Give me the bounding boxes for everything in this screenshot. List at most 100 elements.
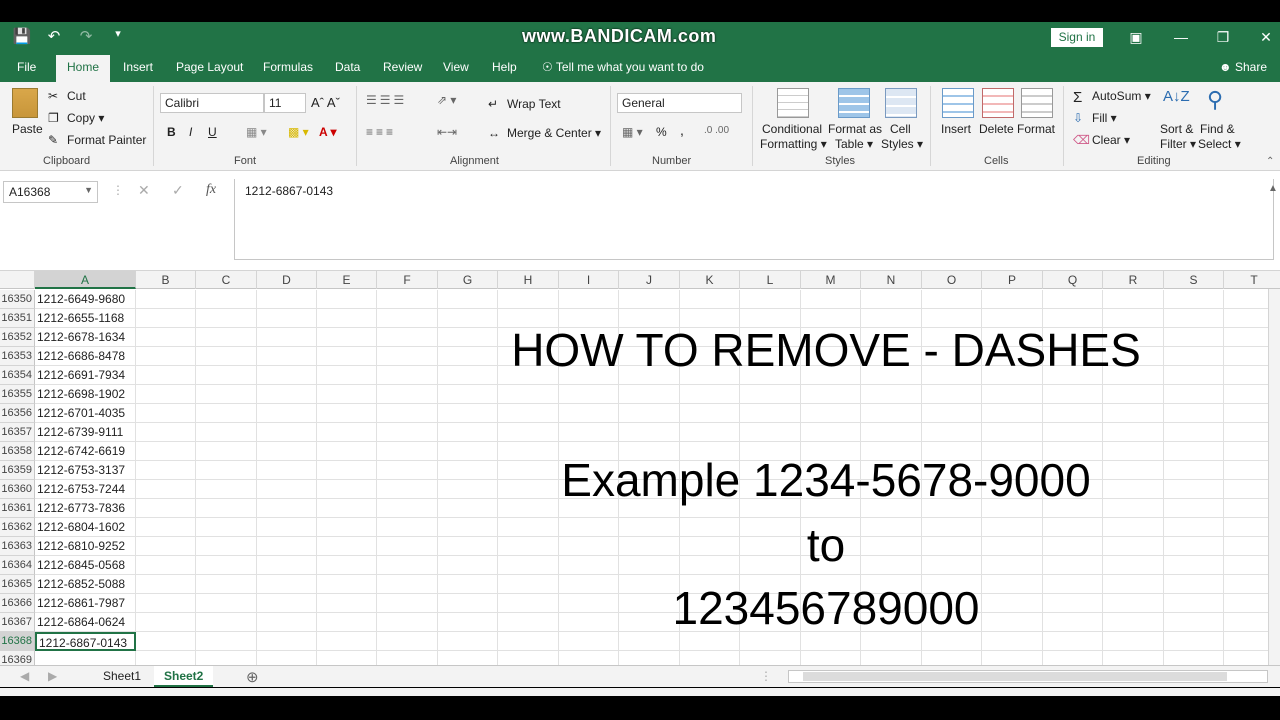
cell-empty[interactable]: [1164, 366, 1224, 385]
cell-a[interactable]: 1212-6845-0568: [35, 556, 136, 575]
cell-empty[interactable]: [1164, 423, 1224, 442]
cell-empty[interactable]: [257, 651, 317, 665]
tell-me-search[interactable]: ☉ Tell me what you want to do: [542, 60, 704, 74]
cell-empty[interactable]: [740, 423, 801, 442]
cell-a[interactable]: 1212-6678-1634: [35, 328, 136, 347]
cell-empty[interactable]: [982, 404, 1043, 423]
cell-empty[interactable]: [317, 499, 377, 518]
cell-empty[interactable]: [317, 347, 377, 366]
minimize-icon[interactable]: —: [1172, 28, 1190, 46]
cell-empty[interactable]: [559, 423, 619, 442]
cell-empty[interactable]: [257, 594, 317, 613]
cell-empty[interactable]: [136, 404, 196, 423]
cell-empty[interactable]: [1164, 537, 1224, 556]
cell-empty[interactable]: [317, 290, 377, 309]
column-header-d[interactable]: D: [257, 271, 317, 289]
column-header-l[interactable]: L: [740, 271, 801, 289]
cell-empty[interactable]: [257, 499, 317, 518]
cell-empty[interactable]: [1103, 385, 1164, 404]
cell-empty[interactable]: [317, 518, 377, 537]
wrap-text-button[interactable]: ↵ Wrap Text: [488, 97, 561, 113]
cell-a[interactable]: 1212-6691-7934: [35, 366, 136, 385]
cell-empty[interactable]: [196, 423, 257, 442]
cell-empty[interactable]: [136, 423, 196, 442]
share-button[interactable]: ☻ Share: [1219, 60, 1267, 74]
cell-empty[interactable]: [498, 290, 559, 309]
cell-empty[interactable]: [136, 385, 196, 404]
percent-button[interactable]: %: [656, 125, 667, 139]
row-header[interactable]: 16356: [0, 404, 35, 423]
sheet-tab-sheet2[interactable]: Sheet2: [154, 666, 214, 687]
cell-empty[interactable]: [801, 404, 861, 423]
tab-file[interactable]: File: [17, 60, 36, 74]
column-header-h[interactable]: H: [498, 271, 559, 289]
cell-a[interactable]: 1212-6852-5088: [35, 575, 136, 594]
cell-a[interactable]: 1212-6861-7987: [35, 594, 136, 613]
vertical-align-icons[interactable]: ☰☰☰: [366, 93, 407, 107]
horizontal-align-icons[interactable]: ≡≡≡: [366, 125, 396, 139]
cell-empty[interactable]: [136, 309, 196, 328]
tab-data[interactable]: Data: [335, 60, 360, 74]
cell-empty[interactable]: [498, 385, 559, 404]
cell-empty[interactable]: [136, 537, 196, 556]
vertical-scrollbar[interactable]: [1268, 289, 1280, 665]
tab-home[interactable]: Home: [56, 55, 111, 82]
cell-a[interactable]: 1212-6739-9111: [35, 423, 136, 442]
cell-empty[interactable]: [317, 328, 377, 347]
cell-empty[interactable]: [257, 442, 317, 461]
cell-empty[interactable]: [801, 385, 861, 404]
paste-icon[interactable]: [12, 88, 38, 118]
cell-empty[interactable]: [136, 518, 196, 537]
cell-empty[interactable]: [680, 651, 740, 665]
cell-empty[interactable]: [317, 556, 377, 575]
cell-empty[interactable]: [1103, 404, 1164, 423]
cell-empty[interactable]: [498, 423, 559, 442]
cell-empty[interactable]: [1043, 385, 1103, 404]
cell-empty[interactable]: [136, 613, 196, 632]
cell-empty[interactable]: [317, 632, 377, 651]
cell-empty[interactable]: [196, 537, 257, 556]
cell-empty[interactable]: [317, 385, 377, 404]
formula-input[interactable]: 1212-6867-0143: [234, 179, 1274, 260]
cell-empty[interactable]: [1164, 575, 1224, 594]
cell-empty[interactable]: [1164, 480, 1224, 499]
row-header[interactable]: 16367: [0, 613, 35, 632]
cell-empty[interactable]: [1043, 651, 1103, 665]
tab-page-layout[interactable]: Page Layout: [176, 60, 243, 74]
cell-empty[interactable]: [196, 480, 257, 499]
cell-empty[interactable]: [257, 537, 317, 556]
cell-empty[interactable]: [377, 423, 438, 442]
cell-a[interactable]: 1212-6686-8478: [35, 347, 136, 366]
cell-empty[interactable]: [740, 290, 801, 309]
cancel-icon[interactable]: ✕: [138, 182, 150, 199]
decimal-icons[interactable]: .0 .00: [704, 125, 729, 136]
orientation-icon[interactable]: ⇗ ▾: [437, 93, 456, 107]
cell-empty[interactable]: [1043, 404, 1103, 423]
bold-button[interactable]: B: [167, 125, 176, 139]
cell-empty[interactable]: [317, 537, 377, 556]
cell-empty[interactable]: [377, 290, 438, 309]
cell-empty[interactable]: [377, 556, 438, 575]
add-sheet-icon[interactable]: ⊕: [246, 668, 259, 686]
cell-empty[interactable]: [1164, 651, 1224, 665]
row-header[interactable]: 16353: [0, 347, 35, 366]
cell-empty[interactable]: [196, 290, 257, 309]
row-header[interactable]: 16366: [0, 594, 35, 613]
cell-empty[interactable]: [136, 366, 196, 385]
tab-split-icon[interactable]: ⋮: [760, 669, 772, 683]
cell-empty[interactable]: [377, 480, 438, 499]
tab-insert[interactable]: Insert: [123, 60, 153, 74]
cell-empty[interactable]: [196, 499, 257, 518]
cell-empty[interactable]: [136, 290, 196, 309]
cell-empty[interactable]: [257, 309, 317, 328]
cell-empty[interactable]: [438, 423, 498, 442]
cell-empty[interactable]: [317, 442, 377, 461]
column-header-b[interactable]: B: [136, 271, 196, 289]
column-header-k[interactable]: K: [680, 271, 740, 289]
cell-empty[interactable]: [136, 480, 196, 499]
cell-empty[interactable]: [196, 651, 257, 665]
ribbon-display-icon[interactable]: ▣: [1127, 28, 1145, 46]
cell-empty[interactable]: [196, 385, 257, 404]
borders-icon[interactable]: ▦ ▾: [246, 125, 267, 139]
cell-empty[interactable]: [257, 404, 317, 423]
